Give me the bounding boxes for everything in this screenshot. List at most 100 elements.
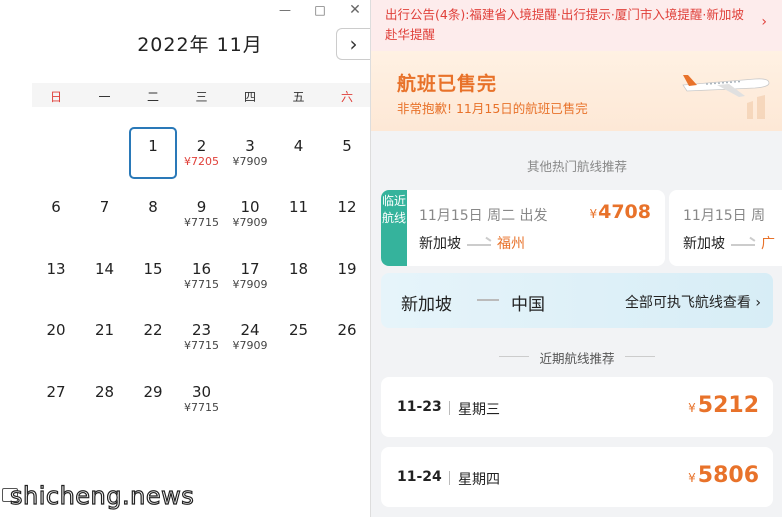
day-number: 29	[143, 383, 163, 401]
calendar-day[interactable]: 2 ¥7205	[178, 127, 226, 179]
all-routes-destination: 中国	[511, 295, 545, 315]
calendar-day[interactable]: 14	[81, 250, 129, 302]
calendar-day[interactable]: 30 ¥7715	[178, 373, 226, 425]
arrow-right-icon	[467, 239, 491, 249]
currency-symbol: ¥	[688, 471, 696, 485]
day-number: 17	[240, 260, 260, 278]
day-number: 22	[143, 321, 163, 339]
day-number: 1	[148, 137, 158, 155]
route-origin: 新加坡	[419, 236, 461, 252]
minimize-button[interactable]: —	[276, 3, 294, 17]
calendar-day[interactable]: 12	[323, 188, 371, 240]
travel-notice-banner[interactable]: 出行公告(4条):福建省入境提醒·出行提示·厦门市入境提醒·新加坡赴华提醒 ›	[371, 0, 782, 51]
day-price: ¥7205	[184, 155, 219, 168]
calendar-day[interactable]: 9 ¥7715	[178, 188, 226, 240]
maximize-button[interactable]: □	[311, 3, 329, 17]
day-number: 8	[148, 198, 158, 216]
weekday-sat: 六	[340, 90, 353, 104]
weekday-fri: 五	[292, 90, 305, 104]
day-price: ¥7909	[232, 278, 268, 291]
day-number: 4	[293, 137, 304, 155]
day-number: 11	[288, 198, 309, 216]
route-card[interactable]: 临近航线 11月15日 周二 出发 ¥4708 新加坡 福州	[381, 190, 665, 266]
calendar-day[interactable]: 11	[275, 188, 323, 240]
card-date: 11月15日 周二 出发	[419, 208, 548, 224]
day-price: ¥7715	[184, 339, 219, 352]
recent-price-value: 5212	[697, 393, 759, 418]
card-price-value: 4708	[598, 201, 651, 223]
day-number: 24	[240, 321, 260, 339]
calendar-day[interactable]: 20	[32, 311, 80, 363]
recent-route-row[interactable]: 11-24 星期四 ¥5806	[381, 447, 773, 507]
calendar-day[interactable]: 24 ¥7909	[226, 311, 274, 363]
calendar-day[interactable]: 16 ¥7715	[178, 250, 226, 302]
recent-date: 11-24	[397, 469, 442, 485]
calendar-day[interactable]: 21	[81, 311, 129, 363]
next-month-button[interactable]: ›	[336, 28, 370, 60]
day-number: 18	[288, 260, 309, 278]
day-number: 30	[191, 383, 212, 401]
weekday-thu: 四	[243, 90, 256, 104]
day-number: 7	[99, 198, 110, 216]
calendar-day[interactable]: 8	[129, 188, 177, 240]
calendar-day[interactable]: 29	[129, 373, 177, 425]
day-number: 28	[94, 383, 115, 401]
day-number: 9	[196, 198, 207, 216]
calendar-day[interactable]: 10 ¥7909	[226, 188, 274, 240]
flight-panel: 出行公告(4条):福建省入境提醒·出行提示·厦门市入境提醒·新加坡赴华提醒 › …	[370, 0, 782, 517]
calendar-day[interactable]: 27	[32, 373, 80, 425]
notice-text: 出行公告(4条):福建省入境提醒·出行提示·厦门市入境提醒·新加坡赴华提醒	[385, 7, 744, 42]
calendar-day[interactable]: 3 ¥7909	[226, 127, 274, 179]
card-price: ¥4708	[589, 201, 651, 223]
currency-symbol: ¥	[688, 401, 696, 415]
close-button[interactable]: ✕	[346, 3, 364, 17]
day-number: 10	[240, 198, 260, 216]
sold-out-subtitle: 非常抱歉! 11月15日的航班已售完	[397, 101, 588, 116]
calendar-day[interactable]: 13	[32, 250, 80, 302]
calendar-day[interactable]: 1	[129, 127, 177, 179]
calendar-window: — □ ✕ 2022年 11月 › 日 一 二 三 四 五 六 1 2 ¥7205 3…	[0, 0, 370, 517]
day-price: ¥7909	[232, 216, 268, 229]
calendar-day[interactable]: 17 ¥7909	[226, 250, 274, 302]
weekday-mon: 一	[98, 90, 111, 104]
day-number: 25	[288, 321, 309, 339]
view-all-routes-link[interactable]: 全部可执飞航线查看 ›	[625, 292, 761, 312]
sold-out-title: 航班已售完	[397, 73, 498, 95]
arrow-right-icon	[477, 299, 499, 301]
calendar-day[interactable]: 25	[275, 311, 323, 363]
calendar-day[interactable]: 18	[275, 250, 323, 302]
weekday-wed: 三	[195, 90, 208, 104]
weekday-sun: 日	[49, 90, 62, 104]
calendar-day[interactable]: 6	[32, 188, 80, 240]
calendar-day[interactable]: 23 ¥7715	[178, 311, 226, 363]
weekday-header: 日 一 二 三 四 五 六	[32, 83, 370, 107]
day-number: 6	[51, 198, 61, 216]
card-route: 新加坡 广	[683, 233, 775, 253]
calendar-day[interactable]: 15	[129, 250, 177, 302]
divider	[449, 401, 450, 415]
route-card[interactable]: 11月15日 周 新加坡 广	[669, 190, 782, 266]
recent-route-row[interactable]: 11-23 星期三 ¥5212	[381, 377, 773, 437]
arrow-right-icon	[731, 239, 755, 249]
day-number: 26	[337, 321, 357, 339]
calendar-day[interactable]: 19	[323, 250, 371, 302]
all-routes-banner[interactable]: 新加坡 中国 全部可执飞航线查看 ›	[381, 273, 773, 328]
recent-price: ¥5806	[688, 463, 759, 488]
route-destination: 福州	[497, 236, 525, 252]
sold-out-banner: 航班已售完 非常抱歉! 11月15日的航班已售完	[371, 51, 782, 131]
calendar-day[interactable]: 22	[129, 311, 177, 363]
calendar-day[interactable]: 4	[275, 127, 323, 179]
airplane-icon	[682, 75, 770, 119]
calendar-grid: 1 2 ¥7205 3 ¥7909 4 5 6 7 8 9 ¥7715 10 ¥7909 11 12 13 14 1…	[0, 0, 370, 517]
calendar-day[interactable]: 7	[81, 188, 129, 240]
day-price: ¥7909	[232, 339, 268, 352]
calendar-day[interactable]: 26	[323, 311, 371, 363]
recent-title: 近期航线推荐	[539, 351, 615, 366]
weekday-tue: 二	[146, 90, 159, 104]
day-number: 5	[342, 137, 352, 155]
day-number: 23	[191, 321, 212, 339]
calendar-day[interactable]: 5	[323, 127, 371, 179]
calendar-day[interactable]: 28	[81, 373, 129, 425]
day-number: 19	[337, 260, 357, 278]
divider	[625, 356, 655, 357]
